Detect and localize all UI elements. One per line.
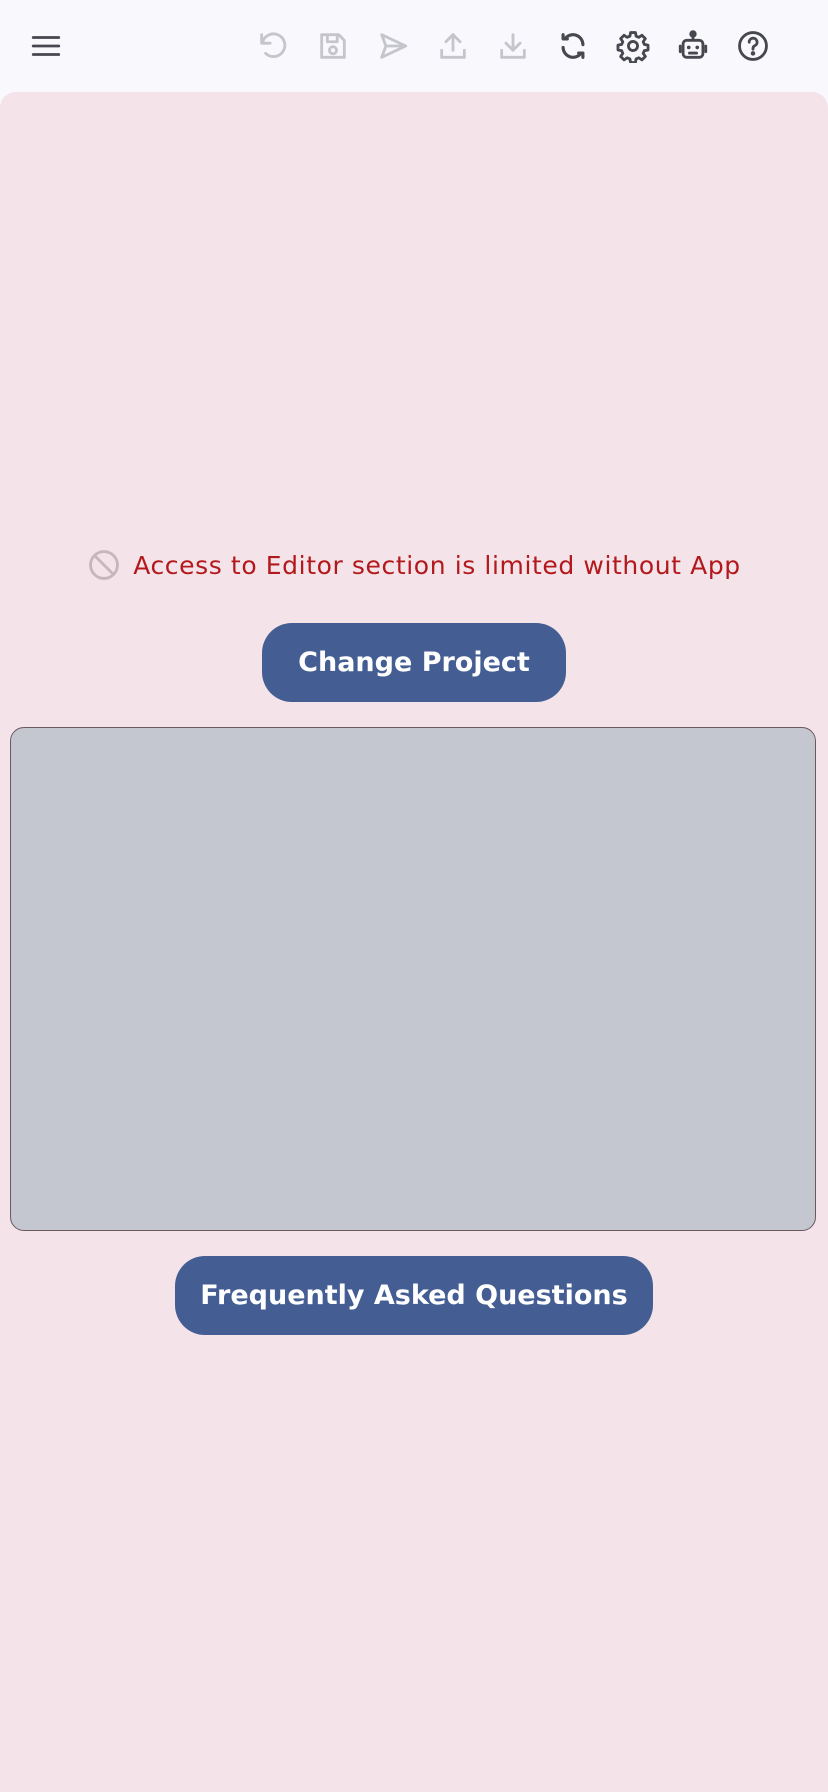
undo-icon xyxy=(256,29,290,63)
block-icon xyxy=(87,548,121,582)
settings-button[interactable] xyxy=(609,22,657,70)
menu-icon xyxy=(29,29,63,63)
preview-area xyxy=(10,727,816,1231)
sync-button[interactable] xyxy=(549,22,597,70)
notice-text: Access to Editor section is limited with… xyxy=(133,550,741,580)
download-button[interactable] xyxy=(489,22,537,70)
sync-icon xyxy=(556,29,590,63)
gear-icon xyxy=(616,29,650,63)
editor-access-notice: Access to Editor section is limited with… xyxy=(0,548,828,582)
upload-icon xyxy=(436,29,470,63)
send-button[interactable] xyxy=(369,22,417,70)
robot-button[interactable] xyxy=(669,22,717,70)
upload-button[interactable] xyxy=(429,22,477,70)
send-icon xyxy=(376,29,410,63)
save-button[interactable] xyxy=(309,22,357,70)
help-icon xyxy=(736,29,770,63)
robot-icon xyxy=(676,29,710,63)
undo-button[interactable] xyxy=(249,22,297,70)
menu-button[interactable] xyxy=(22,22,70,70)
faq-button[interactable]: Frequently Asked Questions xyxy=(175,1256,653,1335)
help-button[interactable] xyxy=(729,22,777,70)
save-icon xyxy=(316,29,350,63)
download-icon xyxy=(496,29,530,63)
change-project-button[interactable]: Change Project xyxy=(262,623,566,702)
toolbar xyxy=(0,0,828,92)
